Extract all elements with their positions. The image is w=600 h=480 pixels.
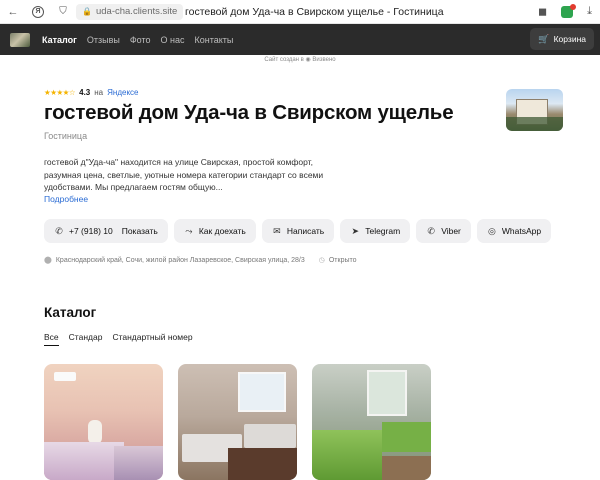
- download-icon[interactable]: ⤓: [587, 5, 592, 18]
- nav-item-contacts[interactable]: Контакты: [195, 35, 234, 45]
- viber-button[interactable]: ✆ Viber: [416, 219, 471, 243]
- business-category: Гостиница: [44, 131, 88, 141]
- clock-icon: ◷: [318, 257, 325, 264]
- catalog-tabs: Все Стандар Стандaртный номер: [44, 332, 193, 346]
- nav-item-photos[interactable]: Фото: [130, 35, 151, 45]
- yandex-browser-icon[interactable]: Я: [32, 5, 44, 18]
- action-buttons: ✆ +7 (918) 10 Показать ⤳ Как доехать ✉ Н…: [44, 219, 552, 243]
- photo-detail: [88, 420, 102, 444]
- telegram-button[interactable]: ➤ Telegram: [340, 219, 411, 243]
- rating-on: на: [94, 88, 104, 97]
- route-label: Как доехать: [198, 226, 246, 236]
- phone-number: +7 (918) 10: [69, 226, 113, 236]
- write-button[interactable]: ✉ Написать: [261, 219, 335, 243]
- photo-detail: [367, 370, 407, 416]
- whatsapp-icon: ◎: [487, 225, 496, 236]
- tab-standard[interactable]: Стандар: [69, 332, 103, 346]
- viber-label: Viber: [441, 226, 461, 236]
- location-pin-icon: ⬤: [44, 257, 52, 264]
- bookmark-icon[interactable]: ◼: [538, 5, 547, 18]
- photo-detail: [312, 430, 382, 480]
- address-bar[interactable]: 🔒 uda-cha.clients.site: [76, 3, 184, 20]
- catalog-card-photo[interactable]: [44, 364, 163, 480]
- nav-item-catalog[interactable]: Каталог: [42, 35, 77, 45]
- mail-icon: ✉: [273, 225, 281, 236]
- photo-detail: [114, 446, 163, 480]
- site-navbar: Каталог Отзывы Фото О нас Контакты 🛒 Кор…: [0, 24, 600, 55]
- catalog-card-photo[interactable]: [178, 364, 297, 480]
- address-row: ⬤ Краснодарский край, Сочи, жилой район …: [44, 256, 357, 265]
- telegram-label: Telegram: [365, 226, 401, 236]
- viber-icon: ✆: [427, 225, 435, 236]
- photo-detail: [228, 448, 297, 480]
- nav-item-reviews[interactable]: Отзывы: [87, 35, 120, 45]
- tab-all[interactable]: Все: [44, 332, 59, 346]
- tab-standard-room[interactable]: Стандaртный номер: [112, 332, 192, 346]
- browser-toolbar: ← Я ⛉ 🔒 uda-cha.clients.site гостевой до…: [0, 0, 600, 24]
- more-link[interactable]: Подробнее: [44, 194, 88, 204]
- photo-detail: [382, 422, 431, 452]
- nav-item-about[interactable]: О нас: [161, 35, 185, 45]
- business-name: гостевой дом Уда-ча в Свирском ущелье: [44, 101, 454, 124]
- cart-icon: 🛒: [538, 33, 550, 44]
- catalog-card-photo[interactable]: [312, 364, 431, 480]
- address-text[interactable]: Краснодарский край, Сочи, жилой район Ла…: [56, 257, 305, 264]
- rating-source-link[interactable]: Яндексе: [107, 88, 138, 97]
- made-with-note[interactable]: Сайт создан в ◉ Визвено: [0, 56, 600, 63]
- photo-detail: [54, 372, 76, 381]
- photo-detail: [44, 442, 124, 480]
- business-description: гостевой д"Уда-ча" находится на улице Св…: [44, 157, 324, 193]
- page-title-text: гостевой дом Уда-ча в Свирском ущелье - …: [185, 5, 444, 18]
- back-arrow-icon[interactable]: ←: [6, 5, 20, 19]
- business-photo-thumbnail[interactable]: [506, 89, 563, 131]
- shield-icon[interactable]: ⛉: [56, 5, 70, 19]
- nav-links: Каталог Отзывы Фото О нас Контакты: [42, 35, 233, 45]
- photo-detail: [244, 424, 296, 448]
- rating-row: ★★★★☆ 4.3 на Яндексе: [44, 88, 138, 97]
- telegram-icon: ➤: [351, 225, 359, 236]
- browser-actions: ◼ ⤓: [538, 3, 592, 18]
- open-status: Открыто: [328, 256, 357, 264]
- phone-button[interactable]: ✆ +7 (918) 10 Показать: [44, 219, 168, 243]
- cart-button[interactable]: 🛒 Корзина: [530, 28, 594, 50]
- route-button[interactable]: ⤳ Как доехать: [173, 219, 256, 243]
- extension-icon[interactable]: [561, 3, 577, 18]
- route-icon: ⤳: [185, 225, 193, 236]
- whatsapp-button[interactable]: ◎ WhatsApp: [476, 219, 552, 243]
- lock-icon: 🔒: [82, 7, 92, 16]
- phone-icon: ✆: [55, 225, 63, 236]
- catalog-cards: [44, 364, 431, 480]
- url-text: uda-cha.clients.site: [95, 6, 178, 17]
- show-phone-label: Показать: [121, 226, 158, 236]
- write-label: Написать: [286, 226, 325, 236]
- cart-label: Корзина: [553, 34, 586, 44]
- photo-detail: [238, 372, 286, 412]
- catalog-heading: Каталог: [44, 305, 97, 320]
- rating-value: 4.3: [79, 88, 91, 97]
- site-logo[interactable]: [10, 32, 30, 47]
- whatsapp-label: WhatsApp: [501, 226, 542, 236]
- rating-stars: ★★★★☆: [44, 88, 76, 97]
